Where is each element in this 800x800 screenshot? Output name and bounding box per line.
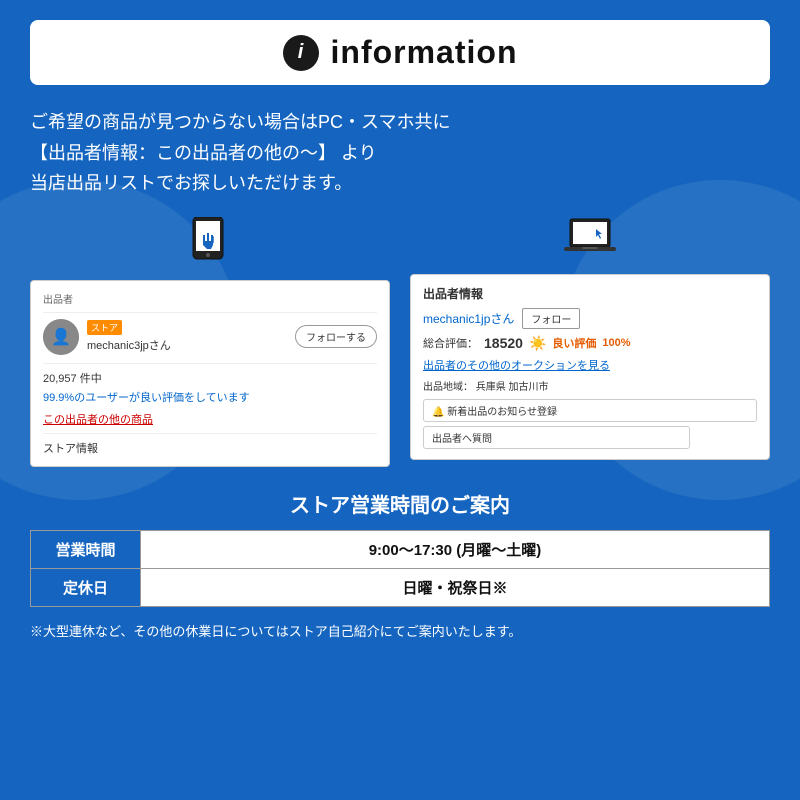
hours-title: ストア営業時間のご案内: [30, 489, 770, 518]
auction-link[interactable]: 出品者のその他のオークションを見る: [423, 357, 757, 373]
hours-section: ストア営業時間のご案内 営業時間9:00〜17:30 (月曜〜土曜)定休日日曜・…: [30, 489, 770, 607]
hours-row: 定休日日曜・祝祭日※: [31, 568, 770, 606]
info-banner: i information: [30, 20, 770, 85]
note-text: ※大型連休など、その他の休業日についてはストア自己紹介にてご案内いたします。: [30, 621, 770, 640]
main-description: ご希望の商品が見つからない場合はPC・スマホ共に 【出品者情報：この出品者の他の…: [30, 107, 770, 199]
location-text: 出品地域： 兵庫県 加古川市: [423, 378, 757, 393]
location-value: 兵庫県 加古川市: [476, 382, 549, 393]
question-button[interactable]: 出品者へ質問: [423, 426, 690, 449]
main-text-line2: 【出品者情報：この出品者の他の〜】 より: [30, 138, 770, 169]
smartphone-icon: [189, 217, 231, 274]
screenshots-row: 出品者 👤 ストア mechanic3jpさん フォローする 20,957 件中…: [30, 217, 770, 467]
hours-table: 営業時間9:00〜17:30 (月曜〜土曜)定休日日曜・祝祭日※: [30, 530, 770, 607]
hours-value: 9:00〜17:30 (月曜〜土曜): [141, 530, 770, 568]
left-username: mechanic3jpさん: [87, 337, 171, 353]
total-label: 総合評価：: [423, 335, 478, 351]
left-panel-label: 出品者: [43, 291, 377, 306]
desktop-screenshot-col: 出品者情報 mechanic1jpさん フォロー 総合評価： 18520 ☀️ …: [410, 217, 770, 460]
mobile-screenshot-col: 出品者 👤 ストア mechanic3jpさん フォローする 20,957 件中…: [30, 217, 390, 467]
hours-label: 定休日: [31, 568, 141, 606]
main-text-line1: ご希望の商品が見つからない場合はPC・スマホ共に: [30, 107, 770, 138]
good-percent: 100%: [602, 337, 630, 349]
right-panel: 出品者情報 mechanic1jpさん フォロー 総合評価： 18520 ☀️ …: [410, 274, 770, 460]
count-text: 20,957 件中: [43, 370, 377, 386]
right-username: mechanic1jpさん: [423, 310, 514, 327]
notify-button[interactable]: 🔔 新着出品のお知らせ登録: [423, 399, 757, 422]
laptop-icon: [564, 217, 616, 268]
right-follow-button[interactable]: フォロー: [522, 308, 580, 329]
total-score: 18520: [484, 335, 523, 351]
products-link[interactable]: この出品者の他の商品: [43, 411, 377, 427]
rating-row: 総合評価： 18520 ☀️ 良い評価 100%: [423, 335, 757, 352]
info-title: information: [331, 34, 518, 71]
store-badge: ストア: [87, 320, 122, 335]
right-panel-label: 出品者情報: [423, 285, 757, 302]
left-follow-button[interactable]: フォローする: [295, 325, 377, 348]
info-icon: i: [283, 35, 319, 71]
hours-row: 営業時間9:00〜17:30 (月曜〜土曜): [31, 530, 770, 568]
store-info-link[interactable]: ストア情報: [43, 440, 377, 456]
hours-value: 日曜・祝祭日※: [141, 568, 770, 606]
main-text-line3: 当店出品リストでお探しいただけます。: [30, 168, 770, 199]
left-panel: 出品者 👤 ストア mechanic3jpさん フォローする 20,957 件中…: [30, 280, 390, 467]
hours-label: 営業時間: [31, 530, 141, 568]
good-label: 良い評価: [552, 335, 596, 351]
rating-text: 99.9%のユーザーが良い評価をしています: [43, 389, 377, 405]
